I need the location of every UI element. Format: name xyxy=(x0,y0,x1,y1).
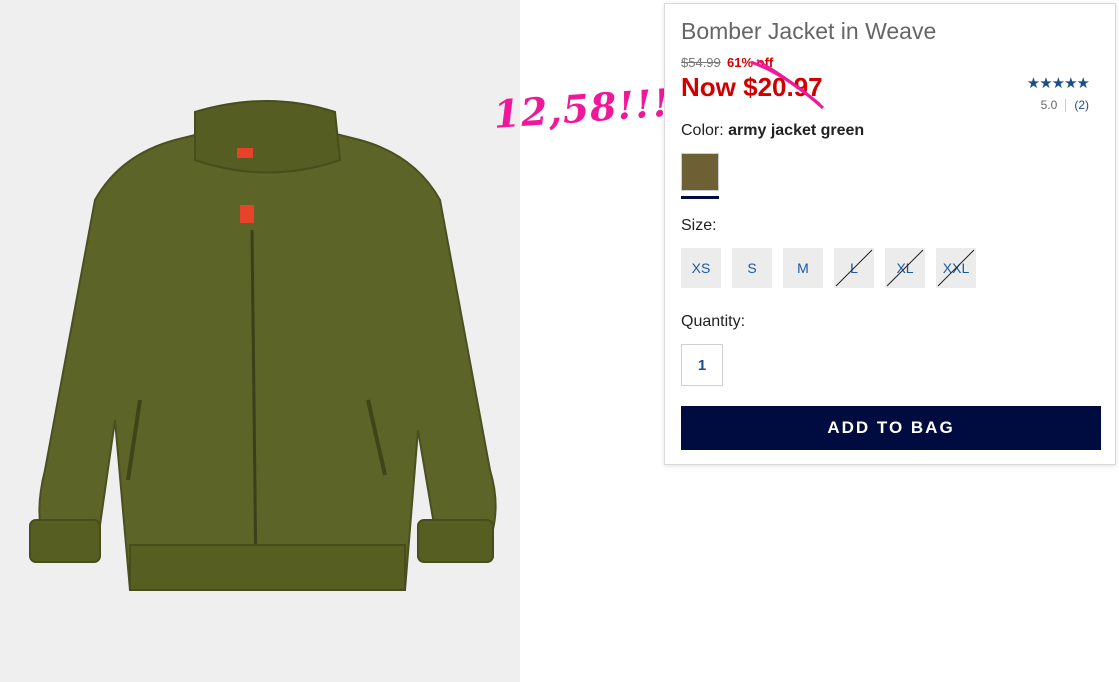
sale-price: Now $20.97 xyxy=(681,72,823,102)
size-m-button[interactable]: M xyxy=(783,248,823,288)
unavailable-strike-icon xyxy=(886,249,924,287)
size-l-button[interactable]: L xyxy=(834,248,874,288)
color-label: Color: army jacket green xyxy=(681,122,864,140)
star-rating-icon: ★★★★★ xyxy=(1026,75,1090,92)
add-to-bag-button[interactable]: ADD TO BAG xyxy=(681,406,1101,450)
size-xl-button[interactable]: XL xyxy=(885,248,925,288)
unavailable-strike-icon xyxy=(937,249,975,287)
size-s-button[interactable]: S xyxy=(732,248,772,288)
original-price: $54.99 xyxy=(681,55,721,70)
product-title: Bomber Jacket in Weave xyxy=(681,18,937,44)
product-image xyxy=(0,0,520,682)
percent-off-badge: 61% off xyxy=(727,55,774,70)
color-label-text: Color: xyxy=(681,122,729,139)
size-xs-button[interactable]: XS xyxy=(681,248,721,288)
quantity-label: Quantity: xyxy=(681,313,746,330)
color-value: army jacket green xyxy=(728,122,865,139)
product-rating[interactable]: ★★★★★ 5.0 (2) xyxy=(1026,75,1090,113)
unavailable-strike-icon xyxy=(835,249,873,287)
jacket-illustration xyxy=(29,100,497,591)
color-swatch-army-green[interactable] xyxy=(681,153,719,191)
size-xxl-button[interactable]: XXL xyxy=(936,248,976,288)
divider xyxy=(1065,99,1067,113)
rating-score: 5.0 xyxy=(1040,98,1058,112)
size-label: Size: xyxy=(681,217,717,234)
quantity-input[interactable]: 1 xyxy=(681,344,723,386)
review-count-link[interactable]: (2) xyxy=(1074,98,1089,112)
product-details-panel: Bomber Jacket in Weave $54.99 61% off No… xyxy=(664,3,1116,465)
selected-swatch-indicator xyxy=(681,196,719,199)
